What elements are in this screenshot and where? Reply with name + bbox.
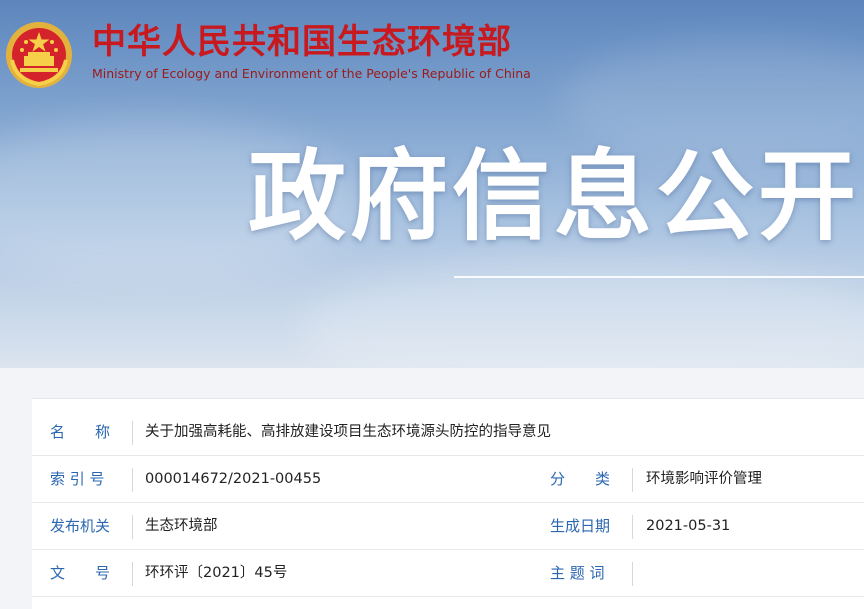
name-label: 名 称 — [50, 423, 111, 441]
national-emblem-icon[interactable] — [4, 20, 74, 90]
doc-no-label: 文 号 — [50, 564, 111, 582]
category-label: 分 类 — [550, 470, 611, 488]
ministry-name-cn[interactable]: 中华人民共和国生态环境部 — [92, 22, 512, 62]
index-no-value: 000014672/2021-00455 — [145, 471, 322, 487]
name-value: 关于加强高耗能、高排放建设项目生态环境源头防控的指导意见 — [145, 424, 551, 440]
divider — [132, 468, 133, 492]
info-row-docno: 文 号 环环评〔2021〕45号 主 题 词 — [32, 550, 864, 597]
banner-title: 政府信息公开 — [248, 140, 861, 254]
divider — [632, 562, 633, 586]
issuer-label: 发布机关 — [50, 517, 111, 535]
divider — [132, 421, 133, 445]
info-row-index: 索 引 号 000014672/2021-00455 分 类 环境影响评价管理 — [32, 456, 864, 503]
info-row-name: 名 称 关于加强高耗能、高排放建设项目生态环境源头防控的指导意见 — [32, 409, 864, 456]
subject-label: 主 题 词 — [550, 564, 605, 582]
banner-divider — [454, 276, 864, 278]
divider — [632, 515, 633, 539]
document-info-panel: 名 称 关于加强高耗能、高排放建设项目生态环境源头防控的指导意见 索 引 号 0… — [32, 398, 864, 609]
divider — [132, 515, 133, 539]
info-row-issuer: 发布机关 生态环境部 生成日期 2021-05-31 — [32, 503, 864, 550]
category-value: 环境影响评价管理 — [646, 471, 762, 487]
ministry-name-en[interactable]: Ministry of Ecology and Environment of t… — [92, 66, 531, 81]
date-value: 2021-05-31 — [646, 518, 731, 534]
date-label: 生成日期 — [550, 517, 611, 535]
index-no-label: 索 引 号 — [50, 470, 105, 488]
divider — [632, 468, 633, 492]
issuer-value: 生态环境部 — [145, 518, 218, 534]
divider — [132, 562, 133, 586]
header-banner: 中华人民共和国生态环境部 Ministry of Ecology and Env… — [0, 0, 864, 368]
doc-no-value: 环环评〔2021〕45号 — [145, 565, 288, 581]
